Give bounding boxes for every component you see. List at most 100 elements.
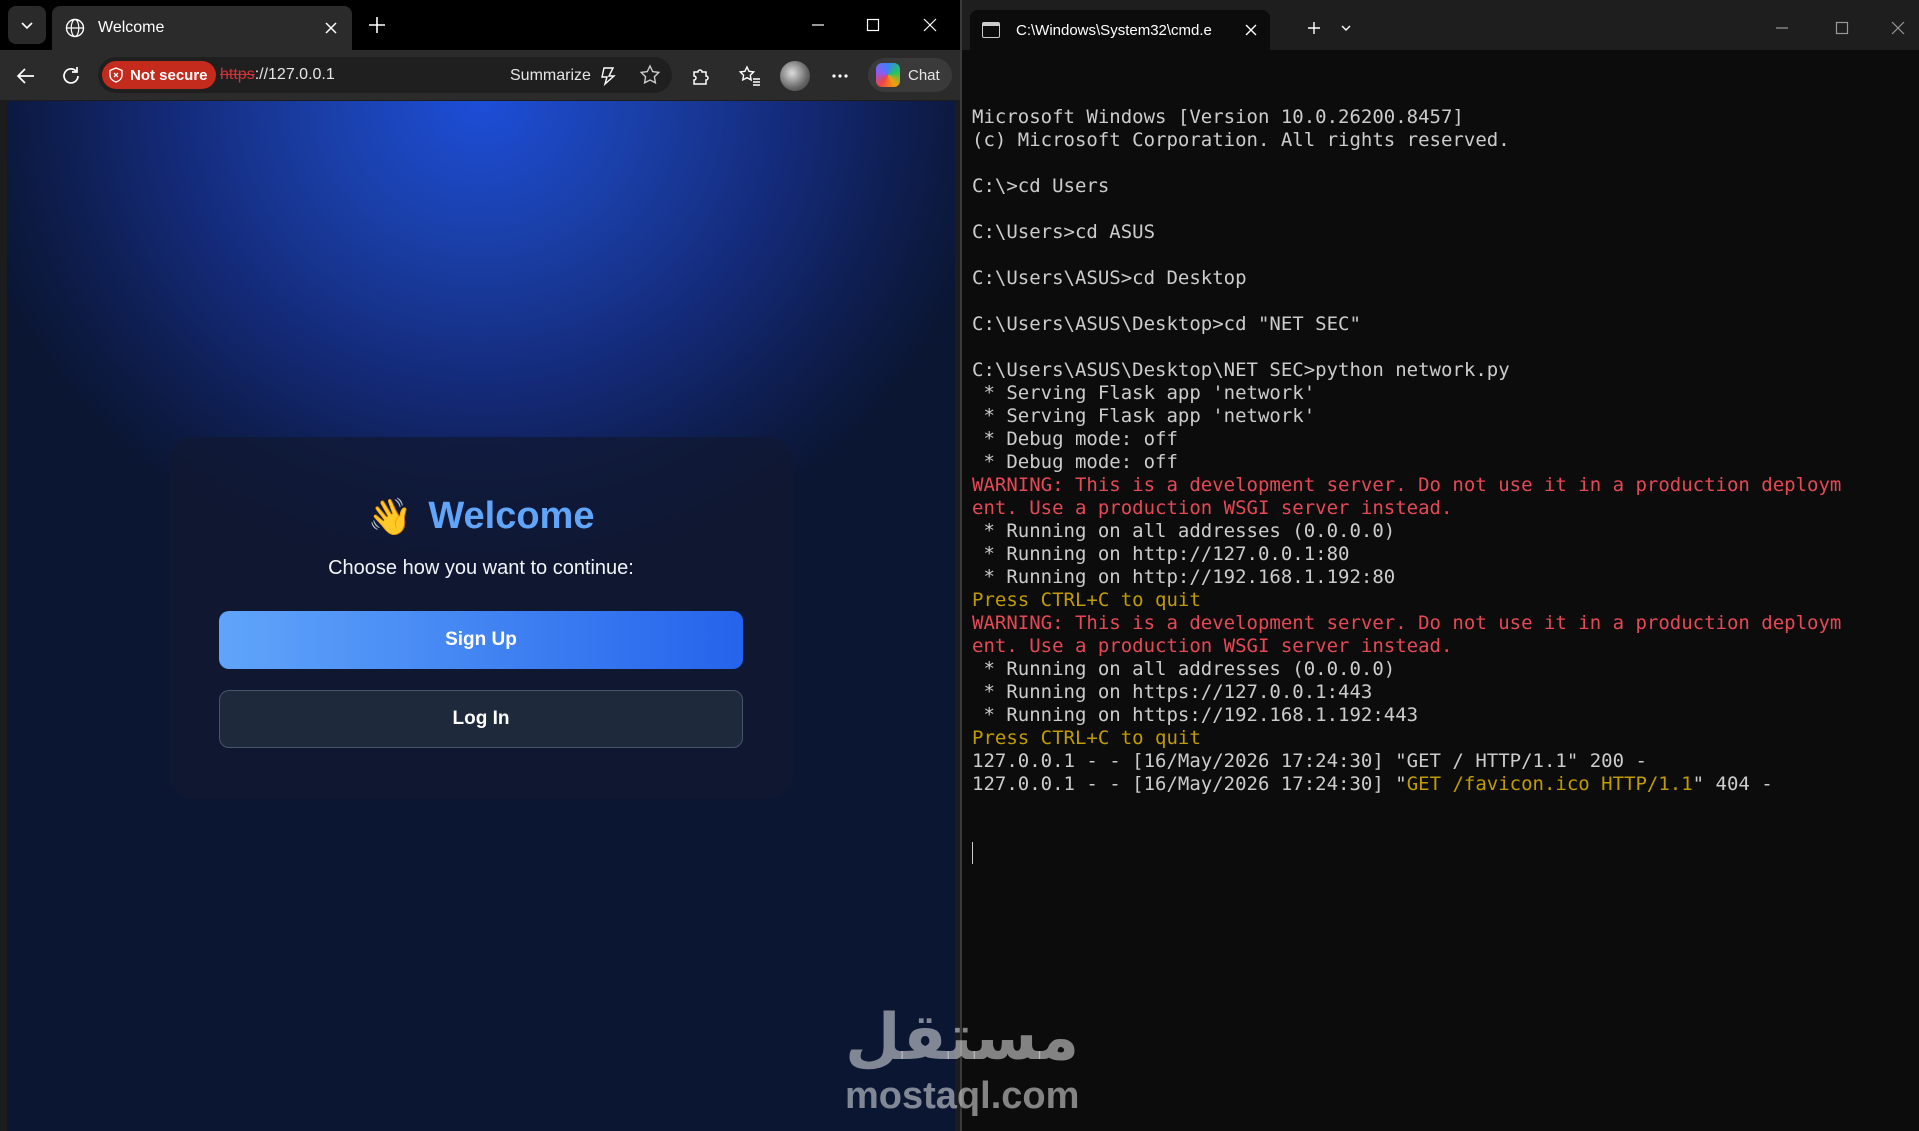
watermark-arabic: مستقل [845,1001,1080,1075]
cmd-icon [982,22,1000,38]
new-tab-button[interactable] [362,10,392,40]
log-prefix: 127.0.0.1 - - [16/May/2026 17:24:30] " [972,773,1407,795]
close-icon [1891,21,1905,35]
favorites-button[interactable] [734,60,766,92]
url-host: ://127.0.0.1 [254,66,335,83]
more-dots-icon [832,74,848,78]
chat-label: Chat [908,66,940,84]
address-bar[interactable]: Not secure https://127.0.0.1 Summarize [98,57,672,93]
sign-up-button[interactable]: Sign Up [219,611,743,669]
refresh-icon [63,67,79,84]
watermark: مستقل mostaql.com [845,1000,1080,1117]
terminal-line: * Running on all addresses (0.0.0.0) [972,658,1396,680]
terminal-line: C:\Users\ASUS\Desktop\NET SEC>python net… [972,359,1510,381]
close-icon[interactable] [1244,23,1258,37]
maximize-icon [866,18,880,32]
watermark-latin: mostaql.com [845,1075,1080,1117]
summarize-label: Summarize [510,67,591,84]
terminal-dropdown-button[interactable] [1332,14,1360,42]
terminal-tab-bar: C:\Windows\System32\cmd.e [962,0,1919,50]
terminal-line: C:\Users\ASUS\Desktop>cd "NET SEC" [972,313,1361,335]
back-arrow-icon [16,68,34,84]
text-cursor [972,842,973,864]
minimize-button[interactable] [798,10,838,40]
chevron-down-icon [21,22,33,30]
copilot-chat-button[interactable]: Chat [868,58,952,92]
terminal-close-button[interactable] [1884,14,1912,42]
maximize-icon [1835,21,1849,35]
terminal-line: ent. Use a production WSGI server instea… [972,497,1453,519]
favorites-list-icon [738,65,760,86]
terminal-tab-cmd[interactable]: C:\Windows\System32\cmd.e [970,10,1270,50]
more-options-button[interactable] [824,60,856,92]
welcome-card: 👋 Welcome Choose how you want to continu… [169,437,793,799]
close-icon [923,18,937,32]
refresh-button[interactable] [55,60,87,92]
plus-icon [1308,22,1320,34]
terminal-line: * Serving Flask app 'network' [972,382,1316,404]
terminal-maximize-button[interactable] [1828,14,1856,42]
security-label: Not secure [130,66,208,84]
browser-window: Welcome Not secure https://127.0.0.1 Sum… [0,0,960,1131]
globe-icon [65,18,85,38]
new-terminal-tab-button[interactable] [1300,14,1328,42]
browser-toolbar: Not secure https://127.0.0.1 Summarize C… [0,50,960,100]
terminal-tab-title: C:\Windows\System32\cmd.e [1016,21,1212,39]
terminal-output[interactable]: Microsoft Windows [Version 10.0.26200.84… [972,60,1912,911]
close-window-button[interactable] [910,10,950,40]
copilot-summarize-icon [601,67,616,87]
waving-hand-icon: 👋 [367,495,413,537]
minimize-icon [1776,27,1788,29]
terminal-line: * Running on all addresses (0.0.0.0) [972,520,1396,542]
terminal-line: WARNING: This is a development server. D… [972,612,1842,634]
terminal-line: (c) Microsoft Corporation. All rights re… [972,129,1510,151]
profile-avatar[interactable] [780,61,810,91]
terminal-line: * Debug mode: off [972,428,1178,450]
web-page-content: 👋 Welcome Choose how you want to continu… [7,101,955,1131]
terminal-line: WARNING: This is a development server. D… [972,474,1842,496]
terminal-window: C:\Windows\System32\cmd.e Microsoft Wind… [960,0,1919,1131]
terminal-line: * Debug mode: off [972,451,1178,473]
log-in-button[interactable]: Log In [219,690,743,748]
terminal-line: C:\Users\ASUS>cd Desktop [972,267,1247,289]
page-title: Welcome [428,495,595,537]
plus-icon [369,17,385,33]
terminal-minimize-button[interactable] [1768,14,1796,42]
browser-tab-bar: Welcome [0,0,960,50]
url-text[interactable]: https://127.0.0.1 [220,66,335,84]
favorite-star-icon[interactable] [638,63,662,87]
welcome-heading: 👋 Welcome [169,495,793,538]
terminal-line: * Running on https://127.0.0.1:443 [972,681,1373,703]
terminal-line: * Running on http://127.0.0.1:80 [972,543,1350,565]
terminal-cursor-line [972,842,1912,865]
terminal-line: Press CTRL+C to quit [972,589,1201,611]
extensions-button[interactable] [685,60,717,92]
terminal-line: * Running on https://192.168.1.192:443 [972,704,1419,726]
log-highlight: GET /favicon.ico HTTP/1.1 [1406,773,1693,795]
tab-title: Welcome [98,19,165,36]
copilot-icon [876,63,900,87]
tab-actions-menu-button[interactable] [8,6,46,44]
summarize-button[interactable]: Summarize [510,65,619,87]
not-secure-badge[interactable]: Not secure [102,61,216,89]
terminal-line: C:\>cd Users [972,175,1110,197]
terminal-line: C:\Users>cd ASUS [972,221,1156,243]
browser-tab-welcome[interactable]: Welcome [52,6,352,50]
puzzle-icon [693,69,709,85]
minimize-icon [812,24,824,26]
close-icon[interactable] [322,19,340,37]
shield-warning-icon [109,67,123,83]
page-subtitle: Choose how you want to continue: [328,557,634,579]
back-button[interactable] [10,60,42,92]
terminal-line: * Serving Flask app 'network' [972,405,1316,427]
terminal-line: 127.0.0.1 - - [16/May/2026 17:24:30] "GE… [972,750,1647,772]
terminal-line: ent. Use a production WSGI server instea… [972,635,1453,657]
maximize-button[interactable] [853,10,893,40]
log-suffix: " 404 - [1692,773,1773,795]
terminal-line: Microsoft Windows [Version 10.0.26200.84… [972,106,1464,128]
